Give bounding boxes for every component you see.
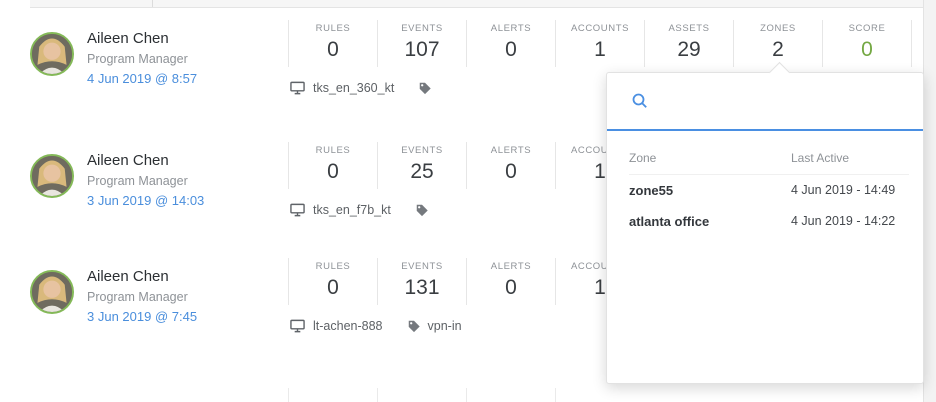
stat-alerts[interactable]: ALERTS 0 [467,20,556,67]
monitor-icon [290,203,305,217]
stat-assets[interactable]: ASSETS 29 [645,20,734,67]
stat-rules[interactable]: RULES 0 [289,142,378,189]
zone-search-input[interactable] [661,92,923,110]
last-seen-link[interactable]: 3 Jun 2019 @ 14:03 [87,193,204,208]
user-role: Program Manager [87,290,188,304]
stat-alerts[interactable]: ALERTS 0 [467,142,556,189]
stat-score[interactable]: SCORE 0 [823,20,912,67]
zones-popup: Zone Last Active zone55 4 Jun 2019 - 14:… [606,61,924,384]
stats-bar: RULES 0 EVENTS 131 ALERTS 0 ACCOUNTS 1 [288,258,645,305]
zone-row[interactable]: zone55 4 Jun 2019 - 14:49 [629,175,909,206]
last-seen-link[interactable]: 3 Jun 2019 @ 7:45 [87,309,197,324]
tag-icon[interactable] [407,319,421,333]
stat-events[interactable]: EVENTS 131 [378,258,467,305]
stat-events[interactable]: EVENTS 25 [378,142,467,189]
device-name[interactable]: lt-achen-888 [313,319,383,333]
zone-last-active: 4 Jun 2019 - 14:22 [791,214,896,228]
avatar-photo [32,156,72,196]
user-role: Program Manager [87,174,188,188]
zones-table-header: Zone Last Active [629,143,909,175]
divider [466,388,467,402]
tag-icon[interactable] [415,203,429,217]
tag-label[interactable]: vpn-in [428,319,462,333]
divider [377,388,378,402]
avatar[interactable] [30,270,74,314]
previous-row-cutoff [30,0,936,8]
stats-bar: RULES 0 EVENTS 107 ALERTS 0 ACCOUNTS 1 ASSET… [288,20,912,67]
user-role: Program Manager [87,52,188,66]
avatar[interactable] [30,32,74,76]
zone-column-header: Zone [629,151,657,165]
user-name: Aileen Chen [87,152,169,169]
zone-row[interactable]: atlanta office 4 Jun 2019 - 14:22 [629,206,909,237]
avatar[interactable] [30,154,74,198]
zones-table: Zone Last Active zone55 4 Jun 2019 - 14:… [607,131,923,237]
tag-icon[interactable] [418,81,432,95]
user-name: Aileen Chen [87,268,169,285]
stat-accounts[interactable]: ACCOUNTS 1 [556,20,645,67]
user-name: Aileen Chen [87,30,169,47]
divider [555,388,556,402]
divider [288,388,289,402]
stat-rules[interactable]: RULES 0 [289,258,378,305]
avatar-photo [32,272,72,312]
zone-name: atlanta office [629,214,710,229]
stats-bar: RULES 0 EVENTS 25 ALERTS 0 ACCOUNTS 1 [288,142,645,189]
scrollbar-gutter[interactable] [923,0,936,402]
last-seen-link[interactable]: 4 Jun 2019 @ 8:57 [87,71,197,86]
last-active-column-header: Last Active [791,151,850,165]
stat-zones[interactable]: ZONES 2 [734,20,823,67]
divider [152,0,153,7]
device-name[interactable]: tks_en_f7b_kt [313,203,391,217]
zone-search-bar [607,73,923,131]
avatar-photo [32,34,72,74]
zone-last-active: 4 Jun 2019 - 14:49 [791,183,896,197]
device-name[interactable]: tks_en_360_kt [313,81,394,95]
search-icon [631,92,649,110]
stat-alerts[interactable]: ALERTS 0 [467,258,556,305]
stat-events[interactable]: EVENTS 107 [378,20,467,67]
stat-rules[interactable]: RULES 0 [289,20,378,67]
monitor-icon [290,81,305,95]
zone-name: zone55 [629,183,674,198]
monitor-icon [290,319,305,333]
